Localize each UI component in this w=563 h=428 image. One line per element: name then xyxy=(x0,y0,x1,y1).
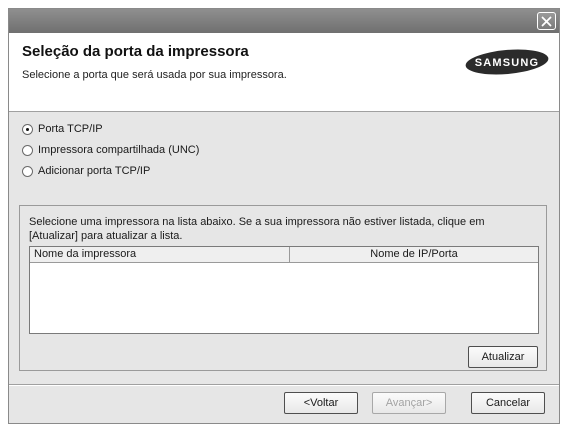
close-icon xyxy=(541,16,552,27)
column-ip-port[interactable]: Nome de IP/Porta xyxy=(290,247,538,262)
title-bar[interactable] xyxy=(9,9,559,33)
refresh-button[interactable]: Atualizar xyxy=(468,346,538,368)
radio-label: Impressora compartilhada (UNC) xyxy=(38,144,200,156)
printer-list-group: Selecione uma impressora na lista abaixo… xyxy=(19,205,547,371)
radio-label: Adicionar porta TCP/IP xyxy=(38,165,151,177)
radio-button[interactable] xyxy=(22,144,33,156)
samsung-logo: SAMSUNG xyxy=(465,49,549,75)
radio-add-tcpip[interactable]: Adicionar porta TCP/IP xyxy=(22,163,150,179)
list-header: Nome da impressora Nome de IP/Porta xyxy=(30,247,538,263)
column-printer-name[interactable]: Nome da impressora xyxy=(30,247,290,262)
next-button: Avançar> xyxy=(372,392,446,414)
list-body[interactable] xyxy=(30,263,538,333)
printer-list[interactable]: Nome da impressora Nome de IP/Porta xyxy=(29,246,539,334)
footer-divider xyxy=(9,384,559,386)
radio-shared-unc[interactable]: Impressora compartilhada (UNC) xyxy=(22,142,199,158)
close-button[interactable] xyxy=(537,12,556,30)
list-instructions: Selecione uma impressora na lista abaixo… xyxy=(29,216,485,242)
radio-button[interactable] xyxy=(22,123,33,135)
radio-label: Porta TCP/IP xyxy=(38,123,103,135)
radio-tcpip[interactable]: Porta TCP/IP xyxy=(22,121,103,137)
page-title: Seleção da porta da impressora xyxy=(22,43,249,60)
back-button[interactable]: <Voltar xyxy=(284,392,358,414)
cancel-button[interactable]: Cancelar xyxy=(471,392,545,414)
page-subtitle: Selecione a porta que será usada por sua… xyxy=(22,69,287,81)
radio-button[interactable] xyxy=(22,165,33,177)
logo-text: SAMSUNG xyxy=(475,57,540,69)
installer-window: Seleção da porta da impressora Selecione… xyxy=(8,8,560,424)
header-panel: Seleção da porta da impressora Selecione… xyxy=(9,33,559,112)
